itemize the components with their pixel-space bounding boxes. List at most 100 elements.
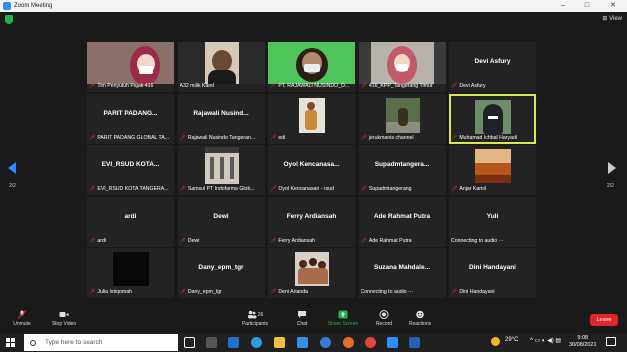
leave-button[interactable]: Leave: [590, 314, 618, 326]
muted-mic-icon: 🎤︎: [270, 134, 277, 141]
participant-label: 🎤︎ Muhamad Ichbal Haryadi: [451, 134, 534, 142]
minimize-button[interactable]: –: [552, 0, 574, 12]
participant-label: 🎤︎ Dini Handayani: [451, 288, 534, 296]
participant-tile[interactable]: Suzana Mahdale... Connecting to audio ···: [358, 248, 446, 298]
participant-tile[interactable]: Oyol Kencanasa... 🎤︎ Oyol Kencanasari - rs…: [268, 145, 355, 195]
taskbar-app-icon[interactable]: [206, 337, 217, 348]
window-title: Zoom Meeting: [14, 3, 53, 9]
participant-label: 🎤︎ Dewi: [180, 237, 263, 245]
participant-name: Supadmtangerang: [368, 186, 412, 192]
participant-tile[interactable]: Supadmtangera... 🎤︎ Supadmtangerang: [358, 145, 446, 195]
participant-tile[interactable]: 🎤︎ Tim Penyuluh Pajak 416: [87, 42, 174, 92]
participant-name: EVI_RSUD KOTA TANGERA...: [97, 186, 169, 192]
participants-icon: [247, 310, 257, 319]
muted-mic-icon: 🎤︎: [360, 134, 367, 141]
reactions-button[interactable]: Reactions: [406, 310, 434, 327]
muted-mic-icon: 🎤︎: [270, 289, 277, 295]
zoom-taskbar-icon[interactable]: [228, 337, 239, 348]
muted-mic-icon: 🎤︎: [451, 134, 458, 141]
taskbar-clock[interactable]: 9:08 30/08/2021: [569, 335, 597, 349]
participant-tile[interactable]: Rajawali Nusind... 🎤︎ Rajawali Nusindo Tan…: [177, 93, 265, 144]
view-button[interactable]: ⊞ View: [602, 15, 622, 22]
participant-label: 🎤︎ Rajawali Nusindo Tangeran...: [180, 134, 263, 142]
participant-name: Oyol Kencanasari - rsud: [278, 186, 335, 192]
participant-display-name: Ade Rahmat Putra: [373, 212, 431, 220]
word-icon[interactable]: [409, 337, 420, 348]
participant-display-name: Rajawali Nusind...: [193, 109, 249, 117]
meeting-top-bar: ⊞ View: [0, 12, 627, 28]
weather-icon[interactable]: [491, 337, 500, 346]
share-screen-icon: [338, 310, 348, 319]
mail-icon[interactable]: [297, 337, 308, 348]
participant-display-name: ardi: [124, 212, 137, 220]
participant-tile[interactable]: 🎤︎ jerukmanis channel: [358, 93, 446, 144]
participant-label: 🎤︎ jerukmanis channel: [361, 134, 444, 142]
windows-start-icon[interactable]: [6, 338, 15, 347]
participant-tile[interactable]: Dewi 🎤︎ Dewi: [177, 196, 265, 247]
record-button[interactable]: Record: [372, 310, 396, 327]
participant-name: Deni Arianda: [278, 289, 309, 295]
participant-display-name: PARIT PADANG...: [103, 109, 158, 117]
participant-name: Samsul PT Indofarma Glob...: [187, 186, 255, 192]
notifications-icon[interactable]: [606, 337, 616, 346]
participant-label: 🎤︎ Supadmtangerang: [361, 185, 444, 193]
zoom-window: Zoom Meeting – □ ✕ ⊞ View 2/2 2/2 🎤︎ Tim …: [0, 0, 627, 352]
muted-mic-icon: 🎤︎: [270, 83, 277, 89]
task-view-icon[interactable]: [184, 337, 195, 348]
chat-button[interactable]: Chat: [290, 310, 314, 327]
participant-tile[interactable]: ardi 🎤︎ ardi: [87, 196, 174, 247]
participant-tile[interactable]: 🎤︎ edi: [268, 93, 355, 144]
participant-tile[interactable]: 🎤︎ Samsul PT Indofarma Glob...: [177, 145, 265, 195]
participant-tile[interactable]: Dini Handayani 🎤︎ Dini Handayani: [449, 248, 536, 298]
participant-tile[interactable]: Yuli Connecting to audio ···: [449, 196, 536, 247]
zoom-logo-icon: [3, 2, 11, 10]
muted-mic-icon: 🎤︎: [89, 83, 96, 89]
participants-button[interactable]: 26 Participants: [238, 310, 272, 327]
prev-page-arrow-icon[interactable]: [8, 162, 16, 174]
participant-tile[interactable]: Devi Asfury 🎤︎ Devi Asfury: [449, 42, 536, 92]
participant-label: 🎤︎ Deni Arianda: [270, 288, 353, 296]
participant-tile[interactable]: A32 milik Karel: [177, 42, 265, 92]
participant-display-name: Supadmtangera...: [374, 161, 430, 168]
security-shield-icon[interactable]: [5, 15, 13, 24]
next-page-arrow-icon[interactable]: [608, 162, 616, 174]
participant-tile[interactable]: 🎤︎ Julia Istiqomah: [87, 248, 174, 298]
firefox-icon[interactable]: [343, 337, 354, 348]
system-tray-icons[interactable]: ^ ▭ ◐ ◀) ▤: [530, 337, 561, 344]
participant-label: 🎤︎ 416_KPP_Tangerang Timur: [361, 82, 444, 90]
participant-label: Connecting to audio ···: [361, 288, 444, 296]
chrome-icon[interactable]: [365, 337, 376, 348]
reactions-label: Reactions: [408, 321, 432, 327]
participant-tile[interactable]: EVI_RSUD KOTA... 🎤︎ EVI_RSUD KOTA TANGERA.…: [87, 145, 174, 195]
stop-video-button[interactable]: Stop Video: [48, 310, 80, 327]
participant-tile[interactable]: 🎤︎ Anjar Kamil: [449, 145, 536, 195]
muted-mic-icon: 🎤︎: [89, 186, 96, 192]
participant-label: 🎤︎ PARIT PADANG GLOBAL TA...: [89, 134, 172, 142]
participant-name: PARIT PADANG GLOBAL TA...: [97, 134, 170, 141]
participant-tile[interactable]: 🎤︎ Deni Arianda: [268, 248, 355, 298]
participant-tile[interactable]: 🎤︎ PT. RAJAWALI NUSINDO_D...: [268, 42, 355, 92]
participant-tile[interactable]: Ade Rahmat Putra 🎤︎ Ade Rahmat Putra: [358, 196, 446, 247]
participant-name: edi: [278, 134, 286, 141]
chat-label: Chat: [296, 321, 308, 327]
muted-mic-icon: 🎤︎: [360, 186, 367, 192]
muted-mic-icon: 🎤︎: [179, 289, 186, 295]
participant-label: 🎤︎ Ferry Ardiansah: [270, 237, 353, 245]
page-indicator-right: 2/2: [607, 183, 614, 189]
participant-tile[interactable]: Ferry Ardiansah 🎤︎ Ferry Ardiansah: [268, 196, 355, 247]
maximize-button[interactable]: □: [576, 0, 598, 12]
close-button[interactable]: ✕: [602, 0, 624, 12]
participant-tile[interactable]: PARIT PADANG... 🎤︎ PARIT PADANG GLOBAL TA.…: [87, 93, 174, 144]
taskbar-search-box[interactable]: Type here to search: [24, 334, 178, 351]
windows-taskbar: Type here to search 29°C ^ ▭ ◐ ◀) ▤ 9:08…: [0, 333, 627, 352]
participant-label: A32 milik Karel: [180, 82, 263, 90]
zoom-app-icon[interactable]: [387, 337, 398, 348]
file-explorer-icon[interactable]: [274, 337, 285, 348]
internet-explorer-icon[interactable]: [320, 337, 331, 348]
edge-browser-icon[interactable]: [251, 337, 262, 348]
participant-tile[interactable]: Dany_epm_tgr 🎤︎ Dany_epm_tgr: [177, 248, 265, 298]
unmute-button[interactable]: Unmute: [8, 310, 36, 327]
share-screen-button[interactable]: Share Screen: [326, 310, 360, 327]
participant-tile[interactable]: 🎤︎ 416_KPP_Tangerang Timur: [358, 42, 446, 92]
participant-tile[interactable]: 🎤︎ Muhamad Ichbal Haryadi: [449, 93, 536, 144]
